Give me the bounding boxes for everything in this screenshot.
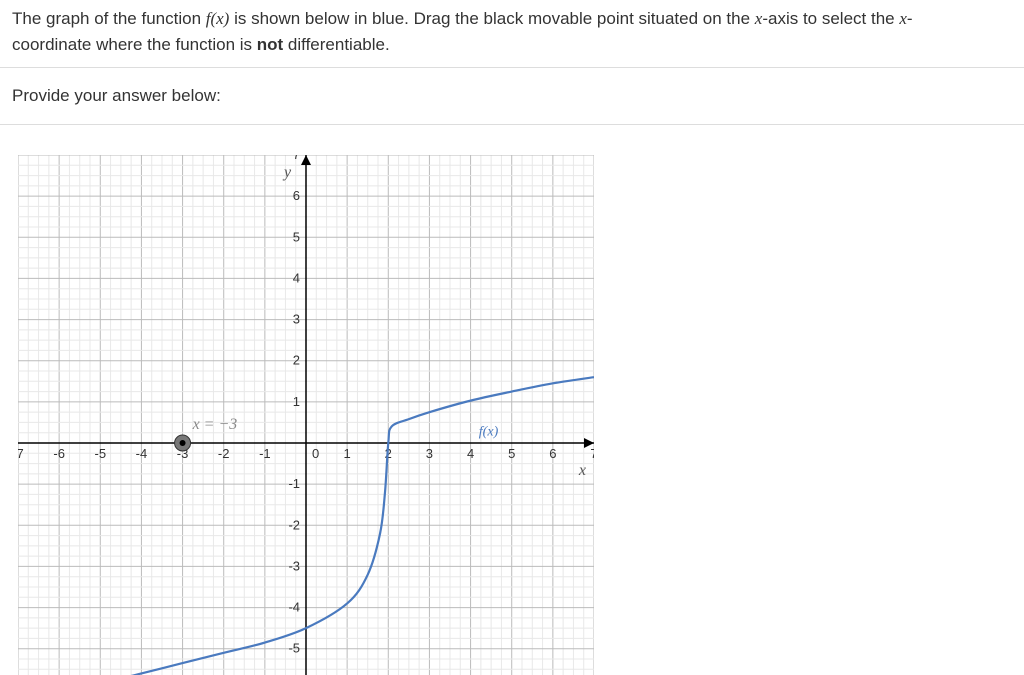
- x-tick-label: -5: [95, 446, 107, 461]
- y-tick-label: 7: [293, 155, 300, 162]
- x-tick-label: -2: [218, 446, 230, 461]
- coordinate-plane[interactable]: -7-6-5-4-3-2-101234567-6-5-4-3-2-1123456…: [18, 155, 594, 675]
- y-tick-label: -1: [288, 476, 300, 491]
- x-tick-label: 7: [590, 446, 594, 461]
- answer-prompt: Provide your answer below:: [0, 68, 1024, 125]
- x-tick-label: -6: [53, 446, 65, 461]
- function-label: f(x): [479, 425, 499, 440]
- x-tick-label: -4: [136, 446, 148, 461]
- draggable-point-center[interactable]: [180, 440, 186, 446]
- y-tick-label: 6: [293, 188, 300, 203]
- x-tick-label: 0: [312, 446, 319, 461]
- x-tick-label: -7: [18, 446, 24, 461]
- y-tick-label: 1: [293, 394, 300, 409]
- arrowhead-up-icon: [301, 155, 311, 165]
- y-tick-label: 5: [293, 229, 300, 244]
- y-tick-label: 2: [293, 353, 300, 368]
- x-tick-label: 3: [426, 446, 433, 461]
- x-tick-label: 5: [508, 446, 515, 461]
- y-tick-label: 3: [293, 312, 300, 327]
- y-tick-label: -2: [288, 517, 300, 532]
- instruction-text: The graph of the function f(x) is shown …: [0, 0, 1024, 68]
- y-tick-label: -5: [288, 641, 300, 656]
- y-tick-label: -4: [288, 600, 300, 615]
- x-tick-label: 4: [467, 446, 474, 461]
- y-tick-label: 4: [293, 270, 300, 285]
- y-tick-label: -3: [288, 558, 300, 573]
- x-tick-label: 1: [344, 446, 351, 461]
- x-tick-label: -1: [259, 446, 271, 461]
- x-tick-label: 6: [549, 446, 556, 461]
- x-axis-label: x: [578, 462, 586, 479]
- y-axis-label: y: [282, 164, 292, 181]
- draggable-point-label: x = −3: [192, 416, 238, 433]
